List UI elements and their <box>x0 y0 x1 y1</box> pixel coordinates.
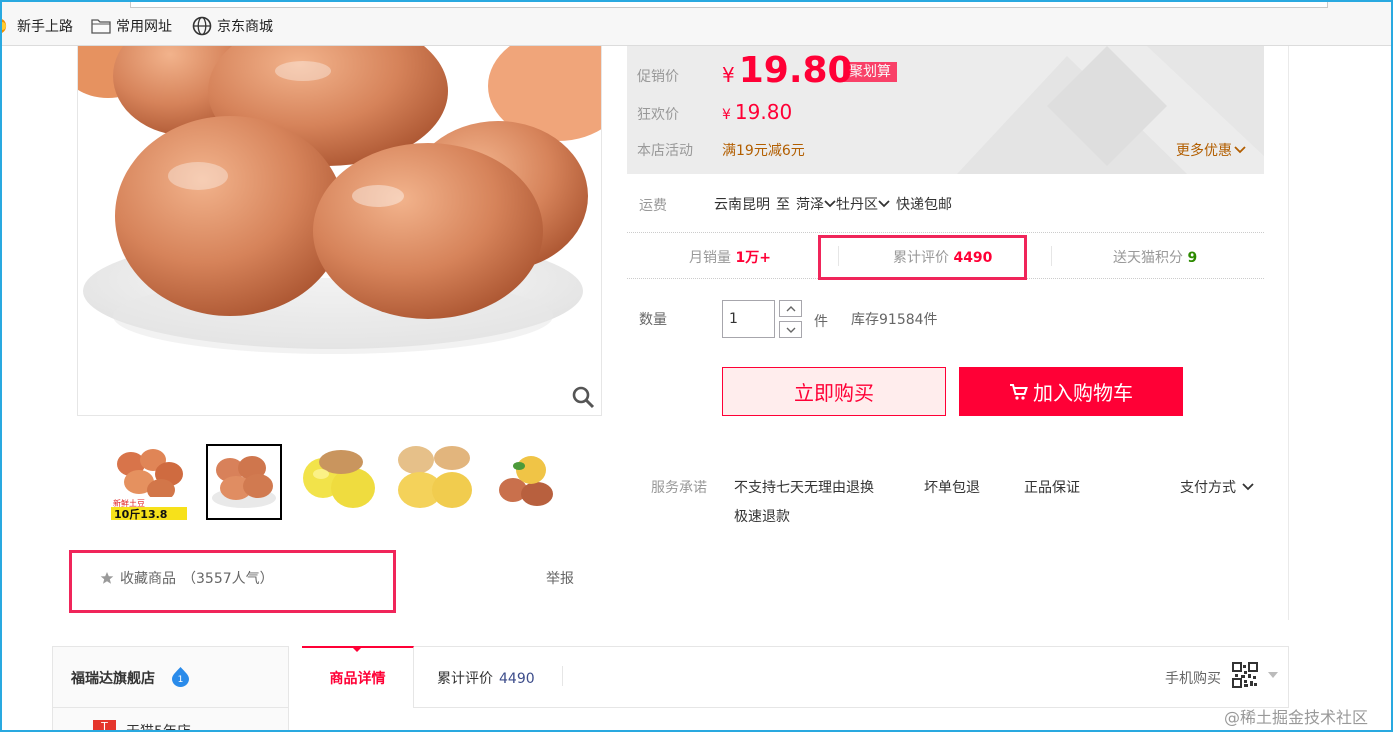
quantity-input[interactable] <box>722 300 775 338</box>
ship-district: 牡丹区 <box>836 197 878 213</box>
shop-name[interactable]: 福瑞达旗舰店 <box>71 668 155 688</box>
ship-method: 快递包邮 <box>896 197 952 213</box>
quantity-increase-button[interactable] <box>779 300 802 317</box>
chevron-down-icon <box>786 327 795 333</box>
tmall-years-text: 天猫5年店 <box>126 724 191 732</box>
thumb-image <box>208 446 280 518</box>
tab-reviews-label: 累计评价 <box>437 671 493 687</box>
monthly-sales: 月销量 1万+ <box>689 247 771 267</box>
payment-methods-dropdown[interactable]: 支付方式 <box>1180 477 1254 497</box>
ship-to-word: 至 <box>776 197 790 213</box>
shipping-label: 运费 <box>639 198 667 214</box>
bookmark-label: 新手上路 <box>17 19 73 35</box>
carnival-price-label: 狂欢价 <box>637 107 679 123</box>
ship-district-select[interactable]: 牡丹区 <box>836 194 890 214</box>
more-offers-label: 更多优惠 <box>1176 143 1232 159</box>
bookmark-label: 京东商城 <box>217 19 273 35</box>
bookmark-label: 常用网址 <box>116 19 172 35</box>
currency-symbol: ¥ <box>722 107 731 123</box>
thumbnail-3[interactable] <box>301 444 377 520</box>
potato-photo <box>78 46 601 415</box>
divider <box>52 707 289 708</box>
store-activity-label: 本店活动 <box>637 143 693 159</box>
bookmark-common-sites[interactable]: 常用网址 <box>91 15 172 37</box>
thumb-badge-top: 新鲜土豆 <box>113 498 145 508</box>
shop-badge-level: 1 <box>178 675 184 685</box>
quantity-unit: 件 <box>814 314 828 330</box>
mobile-buy-label[interactable]: 手机购买 <box>1165 668 1221 688</box>
watermark: @稀土掘金技术社区 <box>1224 708 1369 727</box>
chevron-down-icon <box>824 200 836 208</box>
chevron-down-icon <box>1234 146 1246 154</box>
quantity-label: 数量 <box>639 312 667 328</box>
add-to-cart-button[interactable]: 加入购物车 <box>959 367 1183 416</box>
annotation-box-favorite <box>69 550 396 613</box>
thumb-badge-text: 10斤13.8 <box>114 507 167 520</box>
qr-code-icon[interactable] <box>1232 662 1258 688</box>
ship-city-select[interactable]: 菏泽 <box>796 194 836 214</box>
service-item[interactable]: 正品保证 <box>1024 477 1080 497</box>
thumbnail-2[interactable] <box>206 444 282 520</box>
shop-level-badge-icon: 1 <box>172 667 189 687</box>
payment-methods-label: 支付方式 <box>1180 480 1236 496</box>
carnival-price: ¥ 19.80 <box>722 100 792 124</box>
chevron-up-icon <box>786 305 795 311</box>
zoom-icon[interactable] <box>570 384 596 410</box>
ship-from: 云南昆明 <box>714 197 770 213</box>
carnival-price-value: 19.80 <box>734 100 793 124</box>
service-item[interactable]: 极速退款 <box>734 506 790 526</box>
globe-icon <box>192 16 212 36</box>
thumb-image <box>301 444 377 520</box>
bookmark-jd[interactable]: 京东商城 <box>192 15 273 37</box>
buy-now-button[interactable]: 立即购买 <box>722 367 946 416</box>
thumb-image <box>491 444 567 520</box>
promo-price-label: 促销价 <box>637 69 679 85</box>
currency-symbol: ¥ <box>722 63 735 87</box>
folder-icon <box>91 19 111 34</box>
report-link[interactable]: 举报 <box>546 568 574 588</box>
tmall-points-value: 9 <box>1187 250 1198 266</box>
promo-price: ¥ 19.80 <box>722 50 853 91</box>
tmall-years-icon: T <box>93 720 116 732</box>
more-offers-dropdown[interactable]: 更多优惠 <box>1176 140 1246 160</box>
service-promise-label: 服务承诺 <box>651 480 707 496</box>
active-tab-indicator <box>352 647 362 652</box>
shipping-info: 云南昆明 至 菏泽 牡丹区 快递包邮 <box>714 194 952 214</box>
divider <box>1288 46 1289 620</box>
bookmark-newbie[interactable]: 新手上路 <box>2 15 73 37</box>
product-main-image[interactable] <box>77 46 602 416</box>
promo-price-value: 19.80 <box>738 50 853 91</box>
divider <box>627 232 1264 233</box>
tmall-points: 送天猫积分 9 <box>1113 247 1197 267</box>
thumbnail-4[interactable] <box>396 444 472 520</box>
store-activity-text[interactable]: 满19元减6元 <box>722 140 805 160</box>
chevron-down-icon <box>1242 483 1254 491</box>
caret-down-icon[interactable] <box>1268 672 1278 678</box>
address-bar-edge[interactable] <box>130 2 1328 8</box>
shop-info-panel <box>52 646 289 732</box>
cart-icon <box>1010 383 1028 400</box>
monthly-sales-label: 月销量 <box>689 250 731 266</box>
firefox-icon <box>2 19 7 33</box>
annotation-box-reviews <box>818 235 1027 280</box>
service-item[interactable]: 坏单包退 <box>924 477 980 497</box>
thumbnail-5[interactable] <box>491 444 567 520</box>
thumb-image <box>396 444 472 520</box>
tab-reviews[interactable]: 累计评价 4490 <box>437 668 535 688</box>
quantity-decrease-button[interactable] <box>779 321 802 338</box>
tmall-points-label: 送天猫积分 <box>1113 250 1183 266</box>
thumb-image: 新鲜土豆 10斤13.8 <box>111 444 187 520</box>
chevron-down-icon <box>878 200 890 208</box>
divider <box>1051 246 1052 266</box>
stock-count: 库存91584件 <box>851 312 938 328</box>
add-to-cart-label: 加入购物车 <box>1033 381 1133 405</box>
juhuasuan-badge: 聚划算 <box>843 62 897 82</box>
ship-city: 菏泽 <box>796 197 824 213</box>
service-item[interactable]: 不支持七天无理由退换 <box>734 477 874 497</box>
thumbnail-1[interactable]: 新鲜土豆 10斤13.8 <box>111 444 187 520</box>
divider <box>562 666 563 686</box>
tab-reviews-count: 4490 <box>499 671 535 687</box>
tab-product-details[interactable]: 商品详情 <box>302 646 414 708</box>
monthly-sales-value: 1万+ <box>735 250 771 266</box>
